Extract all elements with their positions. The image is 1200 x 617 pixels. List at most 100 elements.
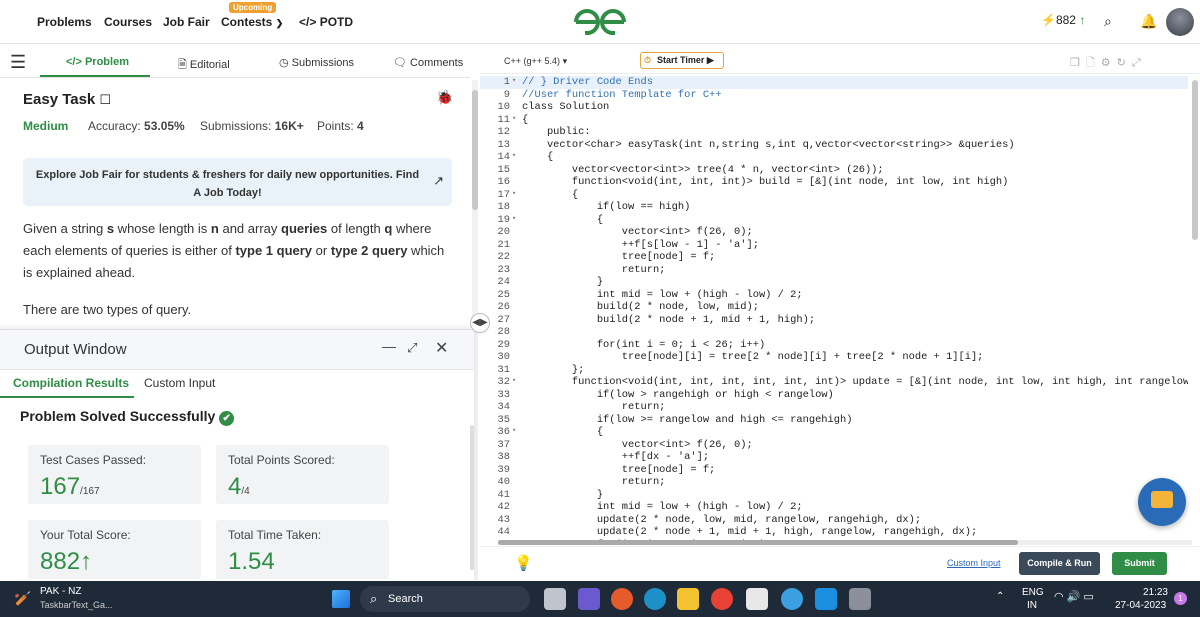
weather-icon[interactable]: 🏏	[14, 590, 31, 607]
close-icon[interactable]: ✕	[435, 338, 448, 358]
edge-icon[interactable]	[644, 588, 666, 610]
tab-editorial[interactable]: 🗎 Editorial	[178, 56, 230, 75]
editor-horizontal-scrollbar[interactable]	[498, 540, 1192, 545]
windows-start-icon[interactable]	[332, 590, 350, 608]
nav-potd[interactable]: </> POTD	[299, 15, 353, 29]
code-line[interactable]: 20 vector<int> f(26, 0);	[480, 226, 1188, 239]
expand-icon[interactable]: ⤢	[407, 340, 417, 356]
file-icon[interactable]: 🗋	[1086, 57, 1101, 69]
gfg-logo[interactable]	[572, 5, 628, 39]
clock-time[interactable]: 21:23	[1124, 587, 1168, 598]
fullscreen-icon[interactable]: ⤢	[1132, 57, 1147, 69]
settings-icon[interactable]: ⚙	[1101, 57, 1117, 69]
camera-icon[interactable]	[849, 588, 871, 610]
code-line[interactable]: 33 if(low > rangehigh or high < rangelow…	[480, 389, 1188, 402]
code-line[interactable]: 15 vector<vector<int>> tree(4 * n, vecto…	[480, 164, 1188, 177]
code-line[interactable]: 10 class Solution	[480, 101, 1188, 114]
tab-compilation-results[interactable]: Compilation Results	[13, 376, 129, 390]
menu-icon[interactable]: ☰	[10, 52, 26, 73]
nav-contests[interactable]: Contests ❯	[221, 15, 283, 29]
code-line[interactable]: 42 int mid = low + (high - low) / 2;	[480, 501, 1188, 514]
language-indicator[interactable]: ENG	[1022, 587, 1044, 598]
notification-badge[interactable]: 1	[1174, 592, 1187, 605]
tab-custom-input[interactable]: Custom Input	[144, 376, 215, 390]
copy-icon[interactable]: ❐	[1070, 57, 1086, 69]
code-line[interactable]: 44 update(2 * node + 1, mid + 1, high, r…	[480, 526, 1188, 539]
nav-courses[interactable]: Courses	[104, 15, 152, 29]
submit-button[interactable]: Submit	[1112, 552, 1167, 575]
streak-counter[interactable]: ⚡882 ↑	[1041, 13, 1085, 27]
code-line[interactable]: 22 tree[node] = f;	[480, 251, 1188, 264]
job-fair-banner[interactable]: Explore Job Fair for students & freshers…	[23, 158, 452, 206]
code-line[interactable]: 41 }	[480, 489, 1188, 502]
fold-icon[interactable]: ▾	[512, 151, 516, 160]
code-line[interactable]: 29 for(int i = 0; i < 26; i++)	[480, 339, 1188, 352]
output-scrollbar[interactable]	[470, 425, 474, 570]
external-link-icon[interactable]: ↗	[433, 172, 444, 190]
briefcase-fab[interactable]	[1138, 478, 1186, 526]
code-line[interactable]: 37 vector<int> f(26, 0);	[480, 439, 1188, 452]
code-line[interactable]: 36 ▾ {	[480, 426, 1188, 439]
bug-icon[interactable]: 🐞	[436, 89, 453, 106]
compile-run-button[interactable]: Compile & Run	[1019, 552, 1100, 575]
code-line[interactable]: 16 function<void(int, int, int)> build =…	[480, 176, 1188, 189]
file-explorer-icon[interactable]	[677, 588, 699, 610]
chevron-up-icon[interactable]: ⌃	[996, 591, 1004, 602]
code-line[interactable]: 39 tree[node] = f;	[480, 464, 1188, 477]
code-line[interactable]: 1 ▾ // } Driver Code Ends	[480, 76, 1188, 89]
code-line[interactable]: 28	[480, 326, 1188, 339]
start-timer-button[interactable]: ⏱ Start Timer ▶	[640, 52, 724, 69]
chrome-icon[interactable]	[711, 588, 733, 610]
nav-job-fair[interactable]: Job Fair	[163, 15, 210, 29]
code-line[interactable]: 17 ▾ {	[480, 189, 1188, 202]
bookmark-icon[interactable]: ☐	[99, 92, 111, 107]
fold-icon[interactable]: ▾	[512, 376, 516, 385]
search-icon[interactable]: ⌕	[1104, 13, 1112, 30]
code-line[interactable]: 12 public:	[480, 126, 1188, 139]
code-line[interactable]: 13 vector<char> easyTask(int n,string s,…	[480, 139, 1188, 152]
tab-comments[interactable]: 🗨 Comments	[393, 56, 463, 69]
code-line[interactable]: 43 update(2 * node, low, mid, rangelow, …	[480, 514, 1188, 527]
tab-submissions[interactable]: ◷ Submissions	[279, 56, 354, 69]
minimize-icon[interactable]: —	[382, 338, 396, 354]
system-tray-icons[interactable]: ◠🔊▭	[1054, 590, 1097, 603]
task-view-icon[interactable]	[544, 588, 566, 610]
code-line[interactable]: 11 ▾ {	[480, 114, 1188, 127]
chrome-canary-icon[interactable]	[611, 588, 633, 610]
code-line[interactable]: 21 ++f[s[low - 1] - 'a'];	[480, 239, 1188, 252]
fold-icon[interactable]: ▾	[512, 189, 516, 198]
code-line[interactable]: 30 tree[node][i] = tree[2 * node][i] + t…	[480, 351, 1188, 364]
code-line[interactable]: 40 return;	[480, 476, 1188, 489]
code-line[interactable]: 18 if(low == high)	[480, 201, 1188, 214]
custom-input-link[interactable]: Custom Input	[947, 558, 1001, 568]
weather-title[interactable]: PAK - NZ	[40, 586, 81, 597]
language-select[interactable]: C++ (g++ 5.4) ▾	[504, 56, 567, 67]
teams-icon[interactable]	[578, 588, 600, 610]
code-line[interactable]: 35 if(low >= rangelow and high <= rangeh…	[480, 414, 1188, 427]
code-editor[interactable]: 1 ▾// } Driver Code Ends 9//User function …	[480, 75, 1188, 545]
avatar[interactable]	[1166, 8, 1194, 36]
code-line[interactable]: 23 return;	[480, 264, 1188, 277]
code-line[interactable]: 25 int mid = low + (high - low) / 2;	[480, 289, 1188, 302]
code-line[interactable]: 32 ▾ function<void(int, int, int, int, in…	[480, 376, 1188, 389]
help-icon[interactable]	[781, 588, 803, 610]
reset-icon[interactable]: ↻	[1117, 57, 1132, 69]
code-line[interactable]: 38 ++f[dx - 'a'];	[480, 451, 1188, 464]
code-line[interactable]: 14 ▾ {	[480, 151, 1188, 164]
bell-icon[interactable]: 🔔	[1140, 13, 1157, 30]
app-icon[interactable]	[815, 588, 837, 610]
code-line[interactable]: 19 ▾ {	[480, 214, 1188, 227]
code-line[interactable]: 31 };	[480, 364, 1188, 377]
fold-icon[interactable]: ▾	[512, 76, 516, 85]
code-line[interactable]: 27 build(2 * node + 1, mid + 1, high);	[480, 314, 1188, 327]
code-line[interactable]: 24 }	[480, 276, 1188, 289]
store-icon[interactable]	[746, 588, 768, 610]
lightbulb-icon[interactable]: 💡	[514, 554, 533, 572]
code-line[interactable]: 26 build(2 * node, low, mid);	[480, 301, 1188, 314]
fold-icon[interactable]: ▾	[512, 114, 516, 123]
nav-problems[interactable]: Problems	[37, 15, 92, 29]
fold-icon[interactable]: ▾	[512, 214, 516, 223]
tab-problem[interactable]: </> Problem	[66, 56, 129, 68]
taskbar-search[interactable]: ⌕ Search	[360, 586, 530, 612]
code-line[interactable]: 9 //User function Template for C++	[480, 89, 1188, 102]
